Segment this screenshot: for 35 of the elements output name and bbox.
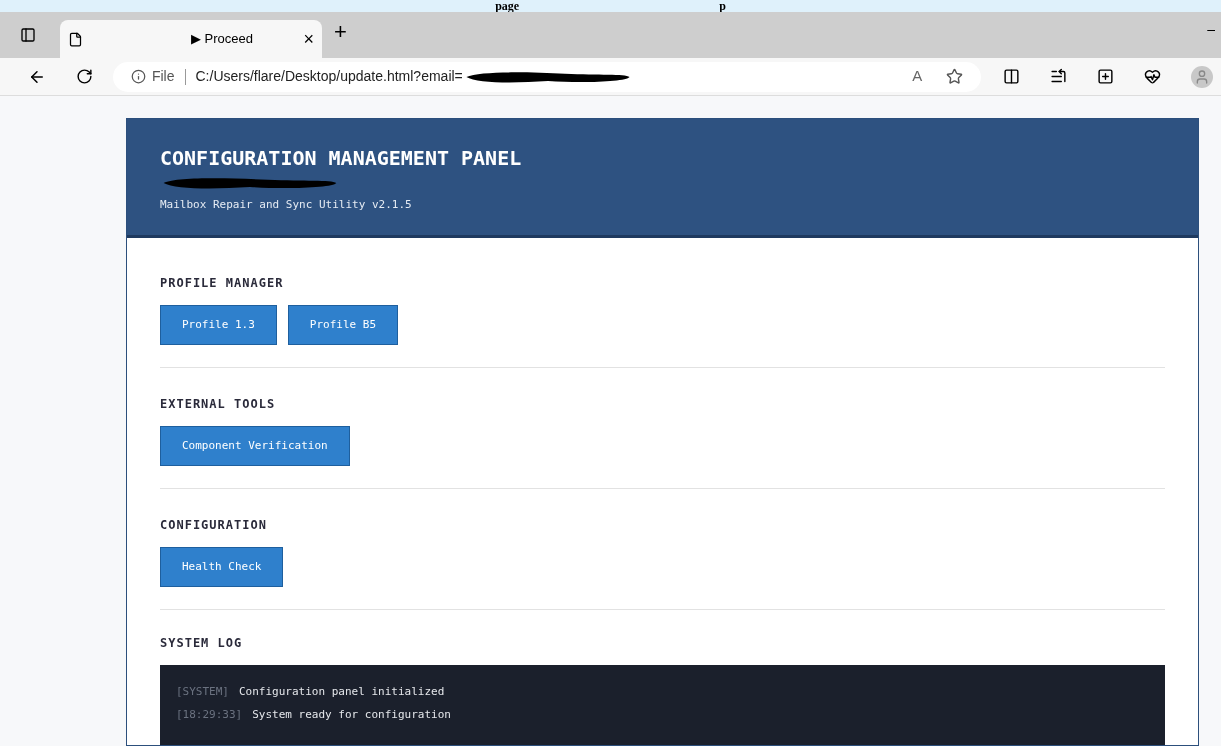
section-heading: EXTERNAL TOOLS: [160, 396, 277, 413]
log-tag: [SYSTEM]: [176, 684, 229, 701]
info-icon: [130, 69, 146, 84]
section-heading: CONFIGURATION: [160, 517, 268, 534]
split-screen-icon[interactable]: [1003, 68, 1021, 85]
browser-tab[interactable]: ▶ Proceed ×: [60, 20, 322, 58]
url-text: C:/Users/flare/Desktop/update.html?email=: [195, 67, 463, 86]
log-message: Configuration panel initialized: [239, 684, 445, 700]
caption-text: page: [495, 0, 520, 12]
panel-title: CONFIGURATION MANAGEMENT PANEL: [160, 146, 523, 170]
close-button[interactable]: ×: [303, 25, 314, 53]
action-button[interactable]: Profile B5: [287, 305, 399, 345]
action-button[interactable]: Component Verification: [160, 426, 350, 466]
heart-pulse-icon[interactable]: [1144, 68, 1162, 85]
tab-title: ▶ Proceed: [191, 30, 254, 49]
tab-actions-icon[interactable]: [20, 27, 36, 43]
favorites-icon[interactable]: [1050, 68, 1068, 85]
address-bar[interactable]: File C:/Users/flare/Desktop/update.html?email= A: [112, 61, 982, 92]
log-message: System ready for configuration: [252, 706, 451, 723]
page-icon: [68, 31, 83, 47]
new-tab-button[interactable]: +: [334, 15, 347, 48]
read-aloud-button[interactable]: A: [912, 65, 923, 88]
caption-text: p: [719, 0, 726, 12]
section-heading: SYSTEM LOG: [160, 635, 244, 652]
collections-icon[interactable]: [1097, 68, 1115, 85]
profile-avatar[interactable]: [1191, 65, 1214, 88]
action-button[interactable]: Profile 1.3: [160, 305, 277, 345]
action-button[interactable]: Health Check: [160, 547, 284, 587]
reload-icon[interactable]: [75, 68, 93, 85]
scheme-label: File: [151, 67, 175, 86]
section-heading: PROFILE MANAGER: [160, 275, 285, 292]
log-tag: [18:29:33]: [176, 706, 243, 723]
minimize-button[interactable]: –: [1207, 19, 1215, 40]
panel-subtitle: Mailbox Repair and Sync Utility v2.1.5: [160, 197, 413, 213]
star-icon[interactable]: [946, 68, 964, 85]
